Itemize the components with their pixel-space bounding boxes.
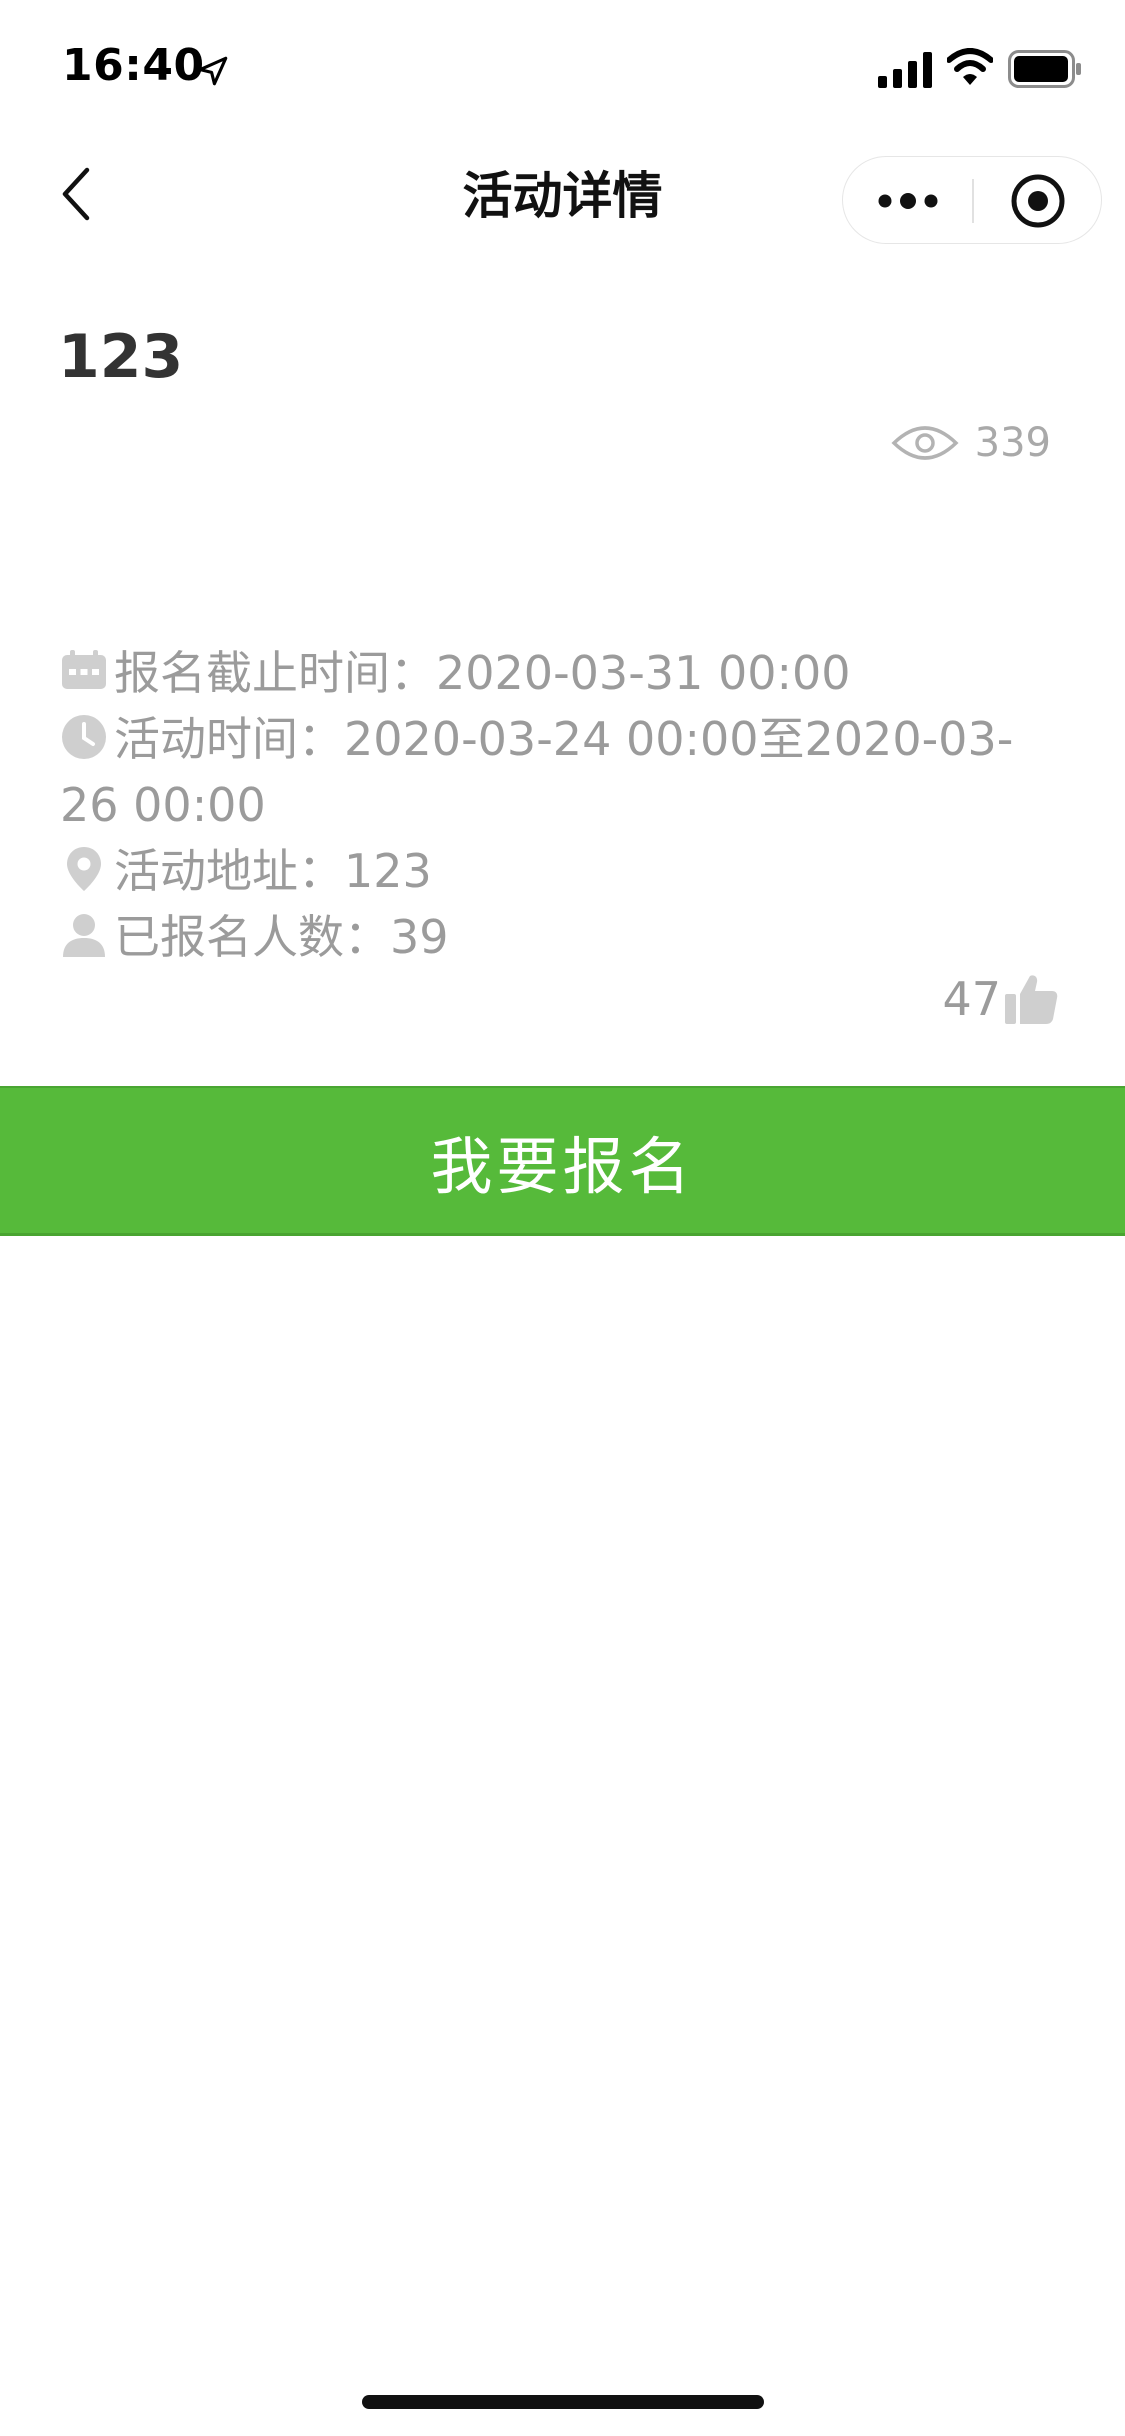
user-icon	[63, 914, 105, 957]
nav-bar: 活动详情	[0, 132, 1125, 256]
deadline-label: 报名截止时间：	[114, 646, 436, 700]
home-indicator[interactable]	[362, 2395, 764, 2409]
eye-icon	[891, 423, 959, 463]
status-bar: 16:40	[0, 0, 1125, 132]
signup-count-label: 已报名人数：	[114, 910, 390, 964]
view-count: 339	[891, 420, 1051, 466]
deadline-row: 报名截止时间：2020-03-31 00:00	[60, 640, 1070, 706]
miniprogram-capsule	[842, 156, 1102, 244]
target-circle-icon	[1011, 174, 1065, 228]
signup-count-row: 已报名人数：39	[60, 904, 1070, 970]
battery-icon	[1008, 50, 1081, 88]
signup-button[interactable]: 我要报名	[0, 1086, 1125, 1236]
activity-title: 123	[58, 322, 184, 392]
address-label: 活动地址：	[114, 844, 344, 898]
address-value: 123	[344, 844, 432, 898]
location-pin-icon	[67, 847, 101, 891]
close-miniprogram-button[interactable]	[974, 157, 1102, 245]
thumbs-up-icon	[1003, 972, 1059, 1026]
wifi-icon	[947, 48, 993, 85]
like-count: 47	[942, 972, 1001, 1026]
more-button[interactable]	[843, 157, 973, 245]
calendar-icon	[62, 650, 106, 689]
activity-time-row: 活动时间：2020-03-24 00:00至2020-03-26 00:00	[60, 706, 1070, 838]
signup-count-value: 39	[390, 910, 449, 964]
deadline-value: 2020-03-31 00:00	[436, 646, 851, 700]
view-count-value: 339	[974, 420, 1051, 466]
address-row: 活动地址：123	[60, 838, 1070, 904]
location-arrow-icon	[198, 56, 228, 86]
screen: 16:40 活动详情 123 339 报名截止时间：2020-03-31 00:…	[0, 0, 1125, 2436]
status-time: 16:40	[62, 40, 205, 91]
activity-info: 报名截止时间：2020-03-31 00:00 活动时间：2020-03-24 …	[60, 640, 1070, 970]
cellular-signal-icon	[878, 52, 932, 88]
more-dots-icon	[878, 193, 938, 209]
like-button[interactable]: 47	[942, 972, 1059, 1026]
activity-time-label: 活动时间：	[114, 712, 344, 766]
clock-icon	[62, 715, 106, 759]
